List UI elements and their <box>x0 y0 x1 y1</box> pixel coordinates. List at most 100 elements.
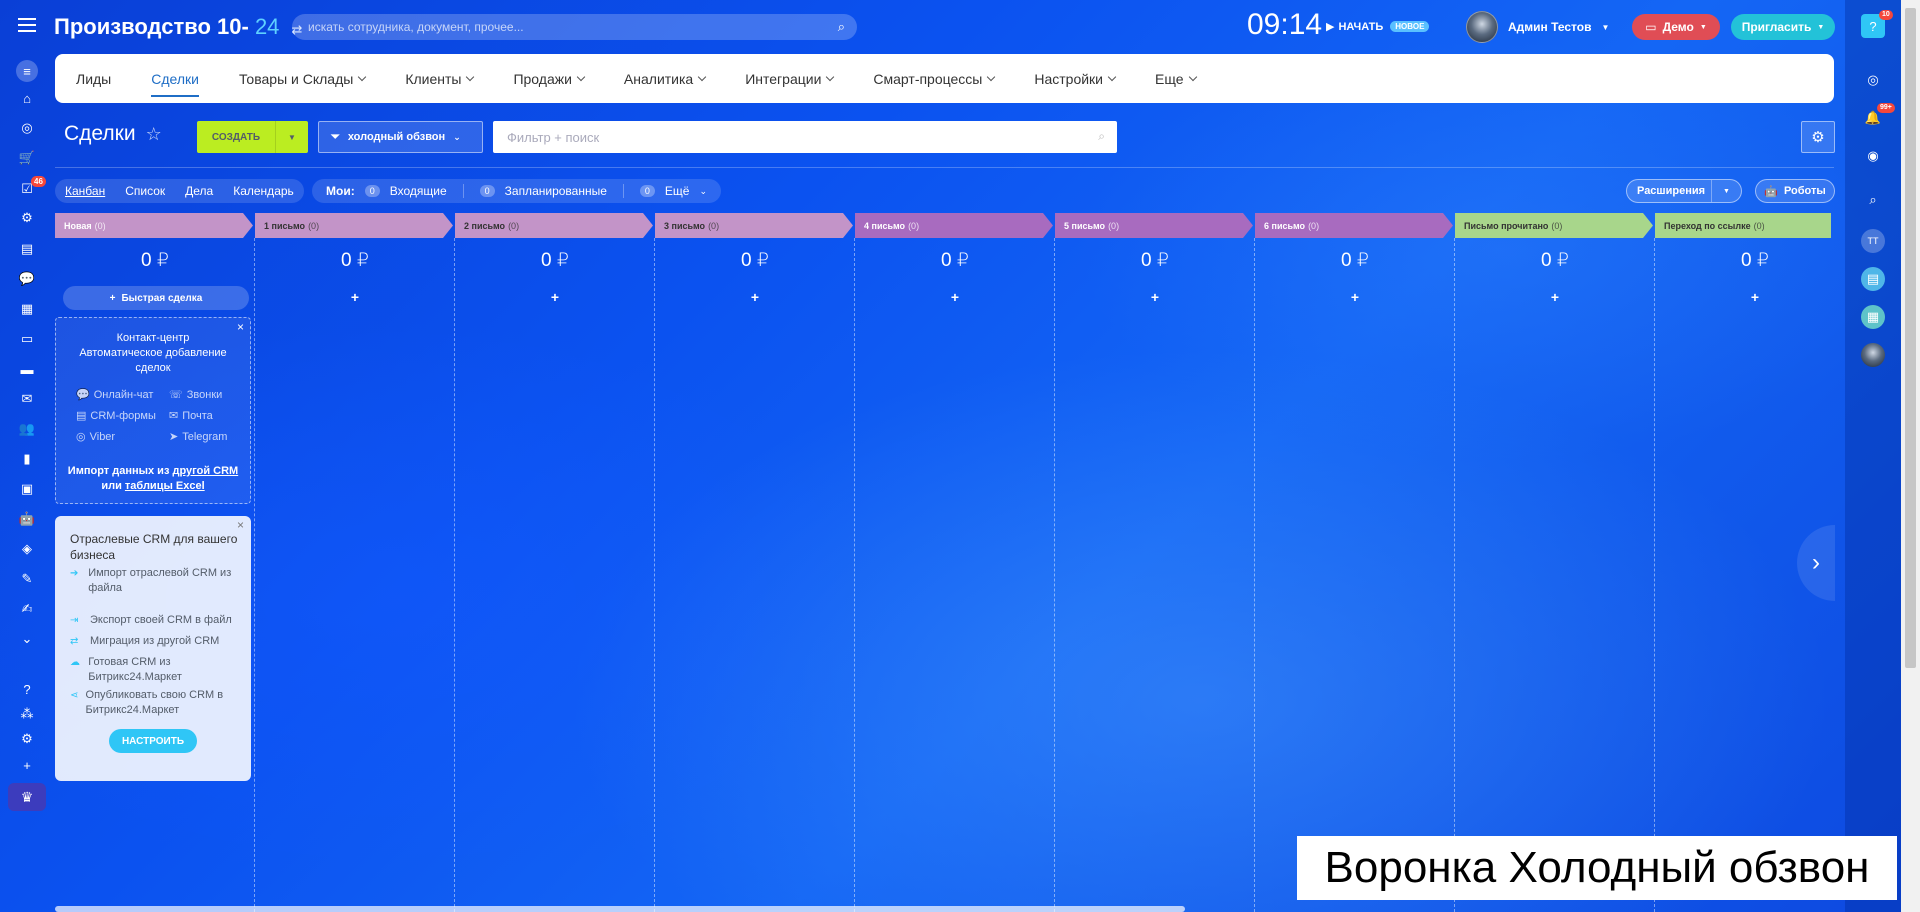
stage-header[interactable]: 4 письмо (0) <box>855 213 1053 238</box>
tab-smart-processes[interactable]: Смарт-процессы <box>873 54 996 103</box>
add-deal-button[interactable]: + <box>455 289 655 305</box>
stage-header[interactable]: Переход по ссылке (0) <box>1655 213 1831 238</box>
viber-channel[interactable]: ◎ Viber <box>76 430 115 444</box>
view-kanban[interactable]: Канбан <box>65 184 105 198</box>
portal-logo[interactable]: Производство 10- 24 ⇄ <box>54 14 302 40</box>
search-icon[interactable]: ⌕ <box>1861 188 1885 212</box>
counter-incoming[interactable]: Входящие <box>390 184 447 198</box>
industry-item[interactable]: ☁ Готовая CRM из Битрикс24.Маркет <box>70 655 245 685</box>
invite-button[interactable]: Пригласить ▼ <box>1731 14 1835 40</box>
industry-item[interactable]: ⇥ Экспорт своей CRM в файл <box>70 613 245 628</box>
robot-icon[interactable]: 🤖 <box>16 510 38 528</box>
activity-stream-icon[interactable]: ◎ <box>1861 68 1885 92</box>
contact-avatar[interactable] <box>1861 343 1885 367</box>
counter-planned[interactable]: Запланированные <box>505 184 607 198</box>
user-menu[interactable]: Админ Тестов ▼ <box>1466 11 1609 43</box>
tab-settings[interactable]: Настройки <box>1034 54 1117 103</box>
pipeline-selector[interactable]: ⏷ холодный обзвон ⌄ <box>318 121 483 153</box>
crm-forms-channel[interactable]: ▤ CRM-формы <box>76 409 156 423</box>
edit-icon[interactable]: ✎ <box>16 570 38 588</box>
tab-integrations[interactable]: Интеграции <box>745 54 835 103</box>
add-icon[interactable]: + <box>16 756 38 774</box>
scrollbar-thumb[interactable] <box>1905 8 1916 668</box>
user-initials-avatar[interactable]: ТТ <box>1861 229 1885 253</box>
gear-icon[interactable]: ⚙ <box>1801 121 1835 153</box>
start-workday-button[interactable]: ▶ НАЧАТЬ НОВОЕ <box>1326 20 1430 33</box>
import-other-crm-link[interactable]: другой CRM <box>172 465 238 477</box>
view-list[interactable]: Список <box>125 184 165 198</box>
counter-more[interactable]: Ещё <box>665 184 690 198</box>
import-excel-link[interactable]: таблицы Excel <box>125 480 205 492</box>
add-deal-button[interactable]: + <box>1055 289 1255 305</box>
stage-header[interactable]: 6 письмо (0) <box>1255 213 1453 238</box>
add-deal-button[interactable]: + <box>855 289 1055 305</box>
chevron-down-icon[interactable]: ▼ <box>275 121 308 153</box>
add-deal-button[interactable]: + <box>1655 289 1855 305</box>
file-icon[interactable]: ▭ <box>16 330 38 348</box>
tab-deals[interactable]: Сделки <box>151 54 199 103</box>
chevron-down-icon[interactable]: ▼ <box>1711 180 1741 202</box>
mail-channel[interactable]: ✉ Почта <box>169 409 213 423</box>
search-icon[interactable]: ⌕ <box>838 19 845 35</box>
menu-icon[interactable] <box>18 18 36 32</box>
horizontal-scrollbar[interactable] <box>55 906 1185 912</box>
tab-clients[interactable]: Клиенты <box>405 54 475 103</box>
industry-item[interactable]: ⋖ Опубликовать свою CRM в Битрикс24.Марке… <box>70 688 245 718</box>
target-icon[interactable]: ◎ <box>16 119 38 137</box>
tab-more[interactable]: Еще <box>1155 54 1197 103</box>
crown-icon[interactable]: ♛ <box>8 783 46 811</box>
filter-search-input[interactable]: Фильтр + поиск ⌕ <box>493 121 1117 153</box>
industry-item[interactable]: ⇄ Миграция из другой CRM <box>70 634 245 649</box>
calls-channel[interactable]: ☏ Звонки <box>169 388 222 402</box>
box-icon[interactable]: ◈ <box>16 540 38 558</box>
tab-analytics[interactable]: Аналитика <box>624 54 707 103</box>
online-chat-channel[interactable]: 💬 Онлайн-чат <box>76 388 153 402</box>
structure-icon[interactable]: ⁂ <box>16 705 38 723</box>
notes-icon[interactable]: ▦ <box>1861 305 1885 329</box>
global-search-input[interactable]: искать сотрудника, документ, прочее... ⌕ <box>292 14 857 40</box>
vertical-scrollbar[interactable] <box>1901 0 1920 912</box>
robots-button[interactable]: 🤖 Роботы <box>1755 179 1835 203</box>
search-icon[interactable]: ⌕ <box>1098 129 1105 144</box>
calendar-icon[interactable]: ▦ <box>16 300 38 318</box>
stage-header[interactable]: Письмо прочитано (0) <box>1455 213 1653 238</box>
chat-bubble-icon[interactable]: ▤ <box>1861 267 1885 291</box>
cart-icon[interactable]: 🛒 <box>16 149 38 167</box>
mail-icon[interactable]: ✉ <box>16 390 38 408</box>
settings-icon[interactable]: ⚙ <box>16 730 38 748</box>
demo-button[interactable]: ▭ Демо ▼ <box>1632 14 1720 40</box>
sign-icon[interactable]: ✍ <box>16 600 38 618</box>
stage-header[interactable]: 3 письмо (0) <box>655 213 853 238</box>
stage-header[interactable]: 2 письмо (0) <box>455 213 653 238</box>
tab-leads[interactable]: Лиды <box>76 54 111 103</box>
stage-header[interactable]: 1 письмо (0) <box>255 213 453 238</box>
contact-card-icon[interactable]: ▣ <box>16 480 38 498</box>
industry-item[interactable]: ➔ Импорт отраслевой CRM из файла <box>70 566 245 596</box>
add-deal-button[interactable]: + <box>655 289 855 305</box>
create-button[interactable]: СОЗДАТЬ ▼ <box>197 121 308 153</box>
close-icon[interactable]: × <box>237 518 244 532</box>
bank-icon[interactable]: ⌂ <box>16 89 38 107</box>
chart-icon[interactable]: ▮ <box>16 450 38 468</box>
check-circle-icon[interactable]: ⌄ <box>16 630 38 648</box>
add-deal-button[interactable]: + <box>1455 289 1655 305</box>
view-calendar[interactable]: Календарь <box>233 184 294 198</box>
add-deal-button[interactable]: + <box>1255 289 1455 305</box>
telegram-channel[interactable]: ➤ Telegram <box>169 430 227 444</box>
add-deal-button[interactable]: + <box>255 289 455 305</box>
chat-icon[interactable]: 💬 <box>16 270 38 288</box>
document-icon[interactable]: ▤ <box>16 240 38 258</box>
automation-icon[interactable]: ⚙ <box>16 209 38 227</box>
stage-header[interactable]: 5 письмо (0) <box>1055 213 1253 238</box>
contacts-icon[interactable]: 👥 <box>16 420 38 438</box>
view-activities[interactable]: Дела <box>185 184 213 198</box>
tab-products[interactable]: Товары и Склады <box>239 54 367 103</box>
configure-button[interactable]: НАСТРОИТЬ <box>109 729 197 753</box>
drive-icon[interactable]: ▬ <box>16 360 38 378</box>
help-icon[interactable]: ? <box>16 680 38 698</box>
stage-header[interactable]: Новая (0) <box>55 213 253 238</box>
extensions-button[interactable]: Расширения ▼ <box>1626 179 1742 203</box>
quick-deal-button[interactable]: + Быстрая сделка <box>63 286 249 310</box>
crm-funnel-icon[interactable]: ≡ <box>16 60 38 82</box>
messenger-icon[interactable]: ◉ <box>1861 144 1885 168</box>
